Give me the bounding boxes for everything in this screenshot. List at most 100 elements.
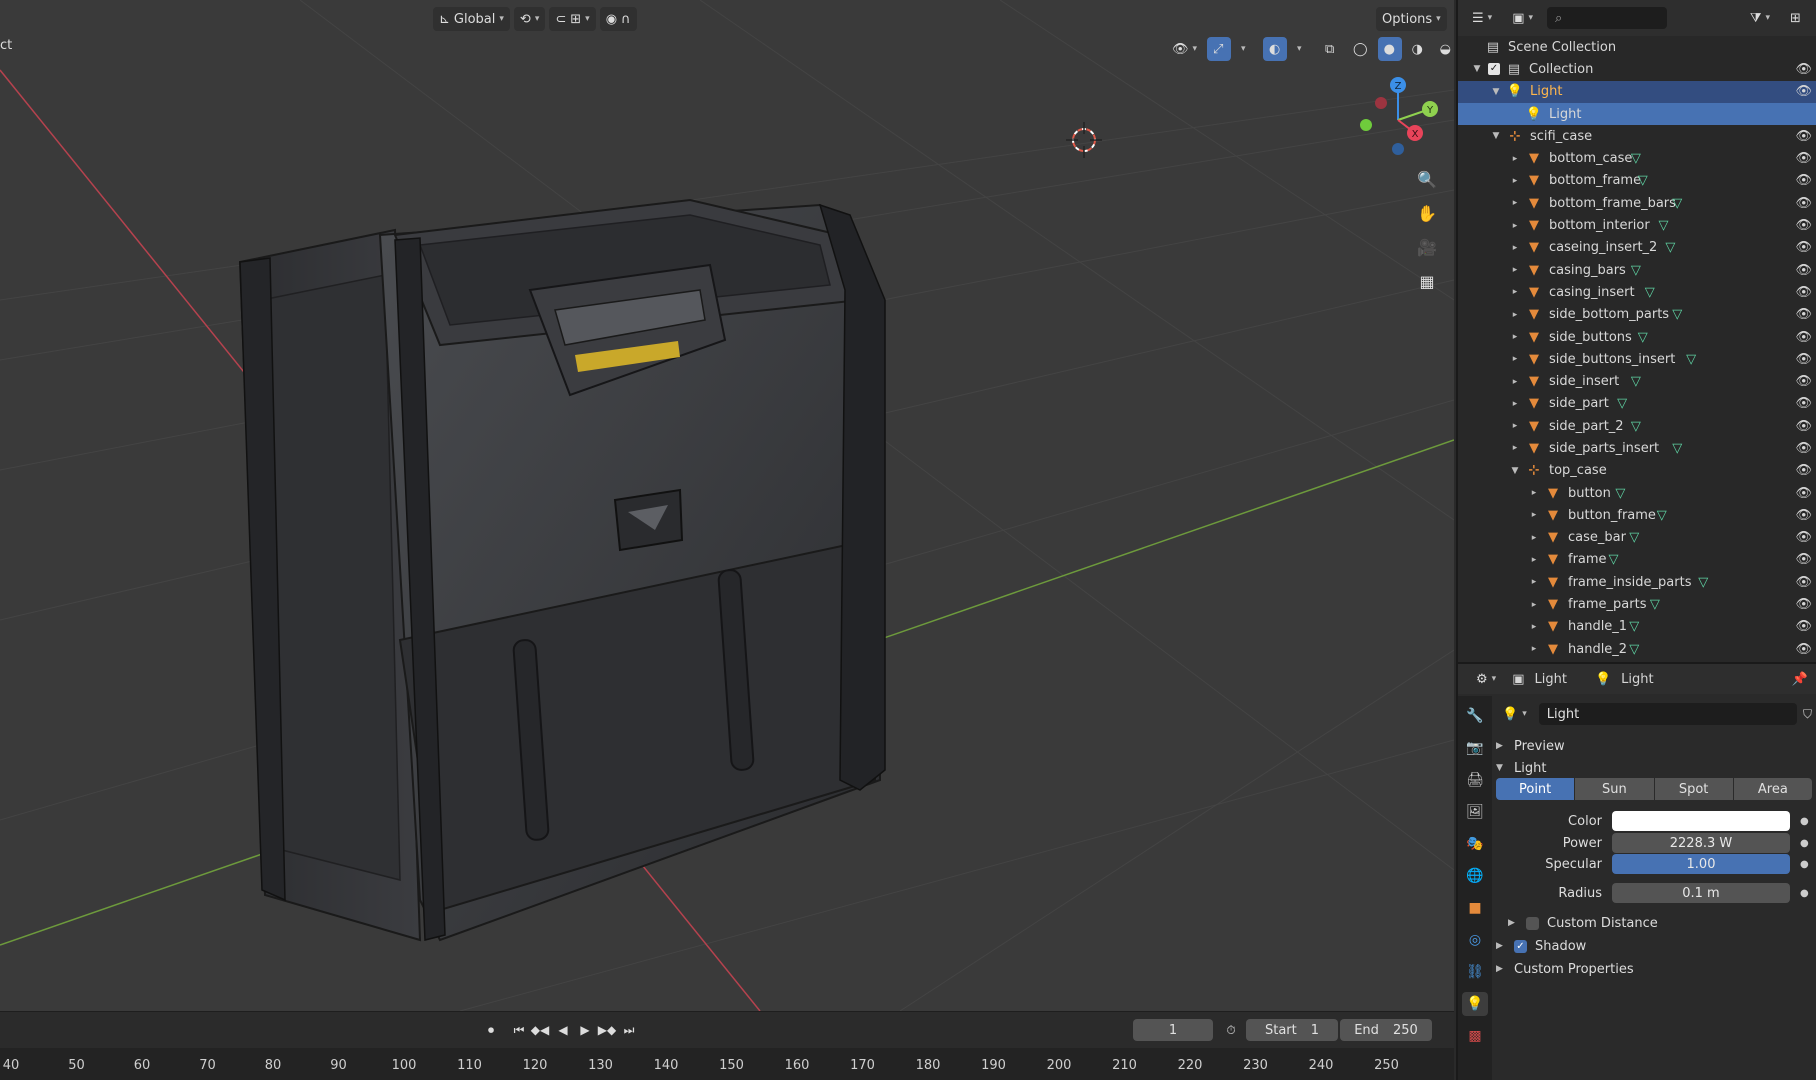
frame-ruler[interactable]: 40 50 60 70 80 90 100 110 120 130 140 150 160 170 180 1… [0, 1048, 1454, 1080]
expand-toggle-icon[interactable]: ▸ [1528, 600, 1540, 610]
gizmo-dropdown[interactable]: ▾ [1235, 37, 1259, 61]
outliner-row[interactable]: ▸ ▼ case_bar ▽ 👁 [1458, 527, 1816, 549]
outliner-row[interactable]: ▼ ✓ ▤ Collection 👁 [1458, 58, 1816, 80]
solid-shading-button[interactable]: ● [1377, 37, 1402, 61]
expand-toggle-icon[interactable]: ▸ [1528, 622, 1540, 632]
mesh-data-icon[interactable]: ▽ [1617, 396, 1627, 411]
visibility-eye-icon[interactable]: 👁 [1795, 374, 1812, 389]
expand-toggle-icon[interactable]: ▼ [1509, 466, 1521, 476]
visibility-eye-icon[interactable]: 👁 [1795, 530, 1812, 545]
light-type-sun[interactable]: Sun [1575, 778, 1654, 800]
timeline-editor[interactable]: ⏺ ⏮ ◆◀ ◀ ▶ ▶◆ ⏭ 1 ⏱ Start 1 End 250 40 50… [0, 1011, 1454, 1080]
outliner-row[interactable]: ▸ ▼ bottom_case ▽ 👁 [1458, 147, 1816, 169]
exclude-checkbox[interactable]: ✓ [1485, 60, 1503, 78]
options-dropdown[interactable]: Options ▾ [1376, 7, 1447, 31]
visibility-eye-icon[interactable]: 👁 [1795, 196, 1812, 211]
mesh-data-icon[interactable]: ▽ [1638, 330, 1648, 345]
outliner-row[interactable]: ▸ ▼ side_insert ▽ 👁 [1458, 370, 1816, 392]
mesh-data-icon[interactable]: ▽ [1665, 240, 1675, 255]
expand-toggle-icon[interactable]: ▸ [1509, 421, 1521, 431]
outliner-row[interactable]: ▸ ▼ button_frame ▽ 👁 [1458, 504, 1816, 526]
properties-editor[interactable]: ⚙ ▾ ▣ Light 💡 Light 📌 🔧 📷 🖨 🖼 🎭 🌐 ■ ◎ ⛓ … [1456, 662, 1816, 1080]
expand-toggle-icon[interactable]: ▼ [1490, 131, 1502, 141]
proportional-editing-toggle[interactable]: ◉ ∩ [599, 7, 637, 31]
visibility-eye-icon[interactable]: 👁 [1795, 352, 1812, 367]
visibility-eye-icon[interactable]: 👁 [1795, 307, 1812, 322]
expand-toggle-icon[interactable]: ▸ [1509, 377, 1521, 387]
editor-type-dropdown[interactable]: ☰ ▾ [1466, 6, 1498, 30]
prev-keyframe-button[interactable]: ◆◀ [529, 1019, 551, 1041]
object-tab-icon[interactable]: ■ [1462, 896, 1488, 920]
mesh-data-icon[interactable]: ▽ [1629, 642, 1639, 657]
outliner-row[interactable]: ▸ ▼ casing_insert ▽ 👁 [1458, 281, 1816, 303]
light-type-point[interactable]: Point [1496, 778, 1575, 800]
visibility-eye-icon[interactable]: 👁 [1795, 330, 1812, 345]
outliner-row[interactable]: ▸ ▼ button ▽ 👁 [1458, 482, 1816, 504]
keyframe-dot-icon[interactable]: ● [1800, 838, 1809, 849]
outliner-row[interactable]: ▸ ▼ side_buttons_insert ▽ 👁 [1458, 348, 1816, 370]
light-panel-header[interactable]: ▼ Light [1492, 756, 1816, 780]
stopwatch-button[interactable]: ⏱ [1220, 1019, 1242, 1041]
navigation-gizmo[interactable]: Z Y X [1348, 70, 1448, 170]
outliner-row[interactable]: ▸ ▼ frame_parts ▽ 👁 [1458, 593, 1816, 615]
world-tab-icon[interactable]: 🌐 [1462, 864, 1488, 888]
shadow-checkbox[interactable]: ✓ [1514, 939, 1527, 953]
visibility-eye-icon[interactable]: 👁 [1795, 129, 1812, 144]
specular-slider[interactable]: 1.00 [1612, 854, 1790, 874]
xray-toggle[interactable]: ⧉ [1319, 37, 1343, 61]
mesh-data-icon[interactable]: ▽ [1638, 173, 1648, 188]
visibility-eye-icon[interactable]: 👁 [1795, 396, 1812, 411]
mesh-data-icon[interactable]: ▽ [1650, 597, 1660, 612]
visibility-eye-icon[interactable]: 👁 [1795, 240, 1812, 255]
expand-toggle-icon[interactable]: ▸ [1528, 488, 1540, 498]
outliner-row[interactable]: ▸ ▼ side_parts_insert ▽ 👁 [1458, 437, 1816, 459]
light-type-spot[interactable]: Spot [1654, 778, 1733, 800]
pivot-point-dropdown[interactable]: ⟲ ▾ [513, 7, 546, 31]
record-button[interactable]: ⏺ [480, 1019, 502, 1041]
visibility-eye-icon[interactable]: 👁 [1795, 575, 1812, 590]
wireframe-shading-button[interactable]: ◯ [1347, 37, 1374, 61]
expand-toggle-icon[interactable]: ▸ [1509, 354, 1521, 364]
visibility-eye-icon[interactable]: 👁 [1795, 552, 1812, 567]
expand-toggle-icon[interactable]: ▼ [1490, 87, 1502, 97]
outliner-row[interactable]: ▸ ▼ frame_inside_parts ▽ 👁 [1458, 571, 1816, 593]
keyframe-dot-icon[interactable]: ● [1800, 888, 1809, 899]
3d-viewport[interactable]: ct ⊾ Global ▾ ⟲ ▾ ⊂ ⊞ ▾ ◉ ∩ Options ▾ 👁 … [0, 0, 1454, 1011]
browse-light-dropdown[interactable]: 💡 ▾ [1496, 702, 1533, 726]
color-swatch[interactable] [1612, 811, 1790, 831]
constraints-tab-icon[interactable]: ⛓ [1462, 960, 1488, 984]
outliner-row[interactable]: ▸ ▼ side_bottom_parts ▽ 👁 [1458, 304, 1816, 326]
visibility-eye-icon[interactable]: 👁 [1795, 84, 1812, 99]
expand-toggle-icon[interactable]: ▸ [1509, 221, 1521, 231]
custom-properties-panel-header[interactable]: ▶ Custom Properties [1492, 957, 1816, 981]
gizmo-toggle[interactable]: ⤢ [1207, 37, 1232, 61]
new-collection-button[interactable]: ⊞ [1784, 6, 1808, 30]
breadcrumb-light-data[interactable]: Light [1621, 672, 1653, 687]
mesh-data-icon[interactable]: ▽ [1659, 218, 1669, 233]
custom-distance-subpanel[interactable]: ▶ Custom Distance [1492, 911, 1816, 935]
expand-toggle-icon[interactable]: ▸ [1509, 287, 1521, 297]
visibility-eye-icon[interactable]: 👁 [1795, 173, 1812, 188]
jump-end-button[interactable]: ⏭ [618, 1019, 640, 1041]
camera-view-icon[interactable]: 🎥 [1413, 233, 1441, 261]
jump-start-button[interactable]: ⏮ [508, 1019, 530, 1041]
pin-icon[interactable]: 📌 [1792, 672, 1808, 687]
expand-toggle-icon[interactable]: ▸ [1528, 533, 1540, 543]
start-frame-field[interactable]: Start 1 [1246, 1019, 1338, 1041]
outliner-row[interactable]: ▸ ▼ bottom_frame_bars ▽ 👁 [1458, 192, 1816, 214]
visibility-dropdown[interactable]: 👁 ▾ [1166, 37, 1203, 61]
scene-tab-icon[interactable]: 🎭 [1462, 832, 1488, 856]
visibility-eye-icon[interactable]: 👁 [1795, 218, 1812, 233]
mesh-data-icon[interactable]: ▽ [1672, 196, 1682, 211]
expand-toggle-icon[interactable]: ▼ [1471, 64, 1483, 74]
visibility-eye-icon[interactable]: 👁 [1795, 642, 1812, 657]
expand-toggle-icon[interactable]: ▸ [1509, 176, 1521, 186]
outliner-row[interactable]: ▸ ▼ bottom_interior ▽ 👁 [1458, 214, 1816, 236]
light-datablock-name-field[interactable]: Light [1538, 703, 1797, 725]
outliner-row[interactable]: ▼ ⊹ scifi_case 👁 [1458, 125, 1816, 147]
outliner-row[interactable]: ▸ ▼ handle_1 ▽ 👁 [1458, 616, 1816, 638]
expand-toggle-icon[interactable]: ▸ [1509, 198, 1521, 208]
visibility-eye-icon[interactable]: 👁 [1795, 441, 1812, 456]
play-reverse-button[interactable]: ◀ [552, 1019, 574, 1041]
custom-distance-checkbox[interactable] [1526, 916, 1539, 930]
